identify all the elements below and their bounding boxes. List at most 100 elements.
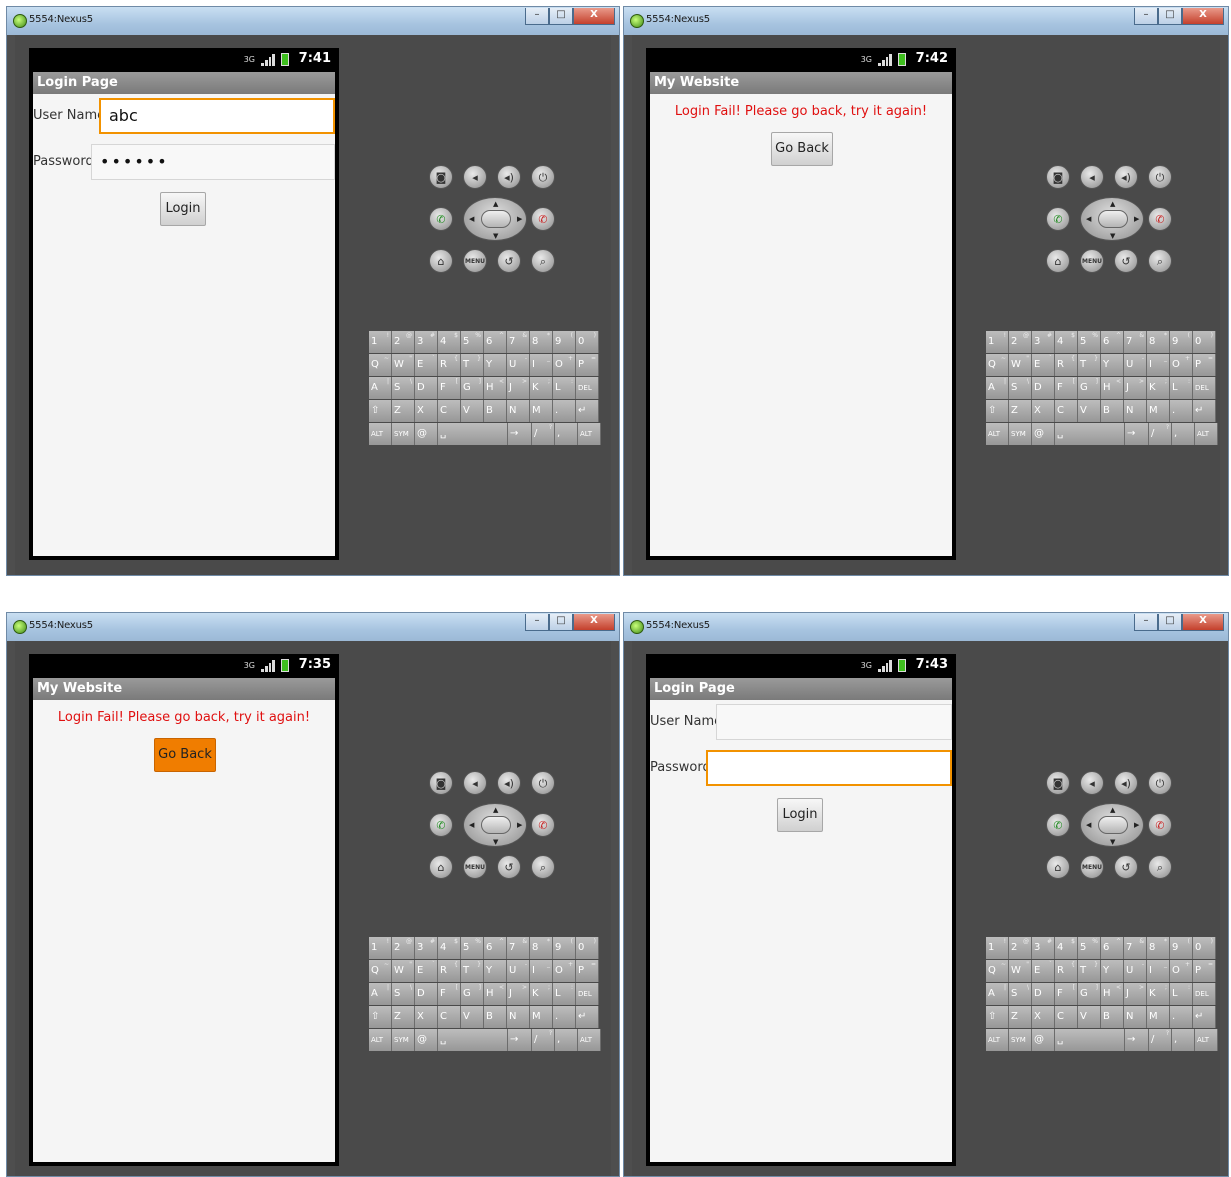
back-icon[interactable]: ↺ <box>1114 855 1138 879</box>
key[interactable]: P = <box>1193 960 1216 982</box>
key[interactable]: @ <box>1032 1029 1055 1051</box>
key[interactable]: ␣ <box>438 1029 508 1051</box>
key[interactable]: 0) <box>1193 937 1216 959</box>
key[interactable]: L: <box>1170 377 1193 399</box>
key[interactable]: Y <box>484 354 507 376</box>
key[interactable]: V <box>461 1006 484 1028</box>
search-icon[interactable]: ⌕ <box>1148 855 1172 879</box>
key[interactable]: M <box>530 1006 553 1028</box>
dpad-right-icon[interactable]: ▶ <box>517 821 522 829</box>
key[interactable]: 7 & <box>507 937 530 959</box>
key[interactable]: 3 # <box>415 937 438 959</box>
dpad-center-button[interactable] <box>481 210 511 228</box>
key[interactable]: , <box>1172 423 1195 445</box>
key[interactable]: O + <box>553 960 576 982</box>
key[interactable]: W " <box>392 354 415 376</box>
key[interactable]: 0) <box>576 937 599 959</box>
dpad-up-icon[interactable]: ▲ <box>493 806 498 814</box>
key[interactable]: H < <box>1101 377 1124 399</box>
search-icon[interactable]: ⌕ <box>531 855 555 879</box>
key[interactable]: H < <box>484 377 507 399</box>
volume-down-icon[interactable]: ◂ <box>1080 165 1104 189</box>
menu-button[interactable]: MENU <box>463 249 487 273</box>
dpad-center-button[interactable] <box>1098 210 1128 228</box>
key[interactable]: R{ <box>438 354 461 376</box>
password-field[interactable] <box>706 750 952 786</box>
key[interactable]: 1! <box>369 937 392 959</box>
volume-up-icon[interactable]: ◂) <box>1114 165 1138 189</box>
key[interactable]: G] <box>461 983 484 1005</box>
key[interactable]: X <box>1032 400 1055 422</box>
key[interactable]: ↵ <box>576 1006 599 1028</box>
dpad-left-icon[interactable]: ◀ <box>1086 821 1091 829</box>
key[interactable]: ␣ <box>1055 1029 1125 1051</box>
key[interactable]: K; <box>530 983 553 1005</box>
camera-icon[interactable]: ◙ <box>429 165 453 189</box>
key[interactable]: Q ~ <box>986 354 1009 376</box>
end-call-icon[interactable]: ✆ <box>531 813 555 837</box>
dpad[interactable]: ▲ ▼ ◀ ▶ <box>463 803 527 847</box>
key[interactable]: 8 * <box>1147 331 1170 353</box>
key[interactable]: E ` <box>1032 354 1055 376</box>
key[interactable]: 7 & <box>1124 331 1147 353</box>
close-button[interactable]: X <box>1182 8 1224 25</box>
volume-up-icon[interactable]: ◂) <box>497 771 521 795</box>
key[interactable]: Y <box>1101 960 1124 982</box>
dpad-center-button[interactable] <box>1098 816 1128 834</box>
close-button[interactable]: X <box>573 614 615 631</box>
key[interactable]: U- <box>1124 354 1147 376</box>
key[interactable]: K; <box>1147 377 1170 399</box>
key[interactable]: ⇧ <box>986 1006 1009 1028</box>
key[interactable]: T} <box>461 960 484 982</box>
key[interactable]: X <box>415 1006 438 1028</box>
key[interactable]: Q ~ <box>369 354 392 376</box>
key[interactable]: O + <box>1170 354 1193 376</box>
dpad-right-icon[interactable]: ▶ <box>1134 821 1139 829</box>
key[interactable]: → <box>508 1029 532 1051</box>
dpad-left-icon[interactable]: ◀ <box>1086 215 1091 223</box>
password-field[interactable]: •••••• <box>91 144 335 180</box>
key[interactable]: L: <box>553 983 576 1005</box>
minimize-button[interactable]: – <box>525 614 549 631</box>
key[interactable]: 3 # <box>415 331 438 353</box>
key[interactable]: G] <box>461 377 484 399</box>
power-icon[interactable]: ⏻ <box>531 771 555 795</box>
volume-down-icon[interactable]: ◂ <box>1080 771 1104 795</box>
key[interactable]: P = <box>1193 354 1216 376</box>
key[interactable]: 3 # <box>1032 937 1055 959</box>
go-back-button[interactable]: Go Back <box>771 132 833 166</box>
key[interactable]: . <box>553 400 576 422</box>
dpad-right-icon[interactable]: ▶ <box>1134 215 1139 223</box>
key[interactable]: Z <box>392 400 415 422</box>
key[interactable]: W " <box>1009 960 1032 982</box>
key[interactable]: ALT <box>1195 423 1218 445</box>
key[interactable]: O + <box>553 354 576 376</box>
username-field[interactable]: abc <box>99 98 335 134</box>
key[interactable]: D <box>415 983 438 1005</box>
key[interactable]: . <box>553 1006 576 1028</box>
key[interactable]: 5% <box>1078 331 1101 353</box>
key[interactable]: ALT <box>578 423 601 445</box>
key[interactable]: , <box>1172 1029 1195 1051</box>
key[interactable]: 8 * <box>530 331 553 353</box>
close-button[interactable]: X <box>1182 614 1224 631</box>
dpad-down-icon[interactable]: ▼ <box>493 838 498 846</box>
key[interactable]: ⇧ <box>369 1006 392 1028</box>
key[interactable]: R{ <box>1055 960 1078 982</box>
call-icon[interactable]: ✆ <box>429 207 453 231</box>
key[interactable]: V <box>461 400 484 422</box>
key[interactable]: 2 @ <box>392 331 415 353</box>
menu-button[interactable]: MENU <box>1080 249 1104 273</box>
maximize-button[interactable]: □ <box>549 8 573 25</box>
dpad[interactable]: ▲ ▼ ◀ ▶ <box>1080 197 1144 241</box>
key[interactable]: ALT <box>1195 1029 1218 1051</box>
home-icon[interactable]: ⌂ <box>429 249 453 273</box>
key[interactable]: J > <box>1124 377 1147 399</box>
key[interactable]: N <box>507 400 530 422</box>
dpad-down-icon[interactable]: ▼ <box>1110 838 1115 846</box>
key[interactable]: J > <box>507 983 530 1005</box>
key[interactable]: F[ <box>1055 983 1078 1005</box>
go-back-button[interactable]: Go Back <box>154 738 216 772</box>
dpad[interactable]: ▲ ▼ ◀ ▶ <box>463 197 527 241</box>
key[interactable]: O + <box>1170 960 1193 982</box>
